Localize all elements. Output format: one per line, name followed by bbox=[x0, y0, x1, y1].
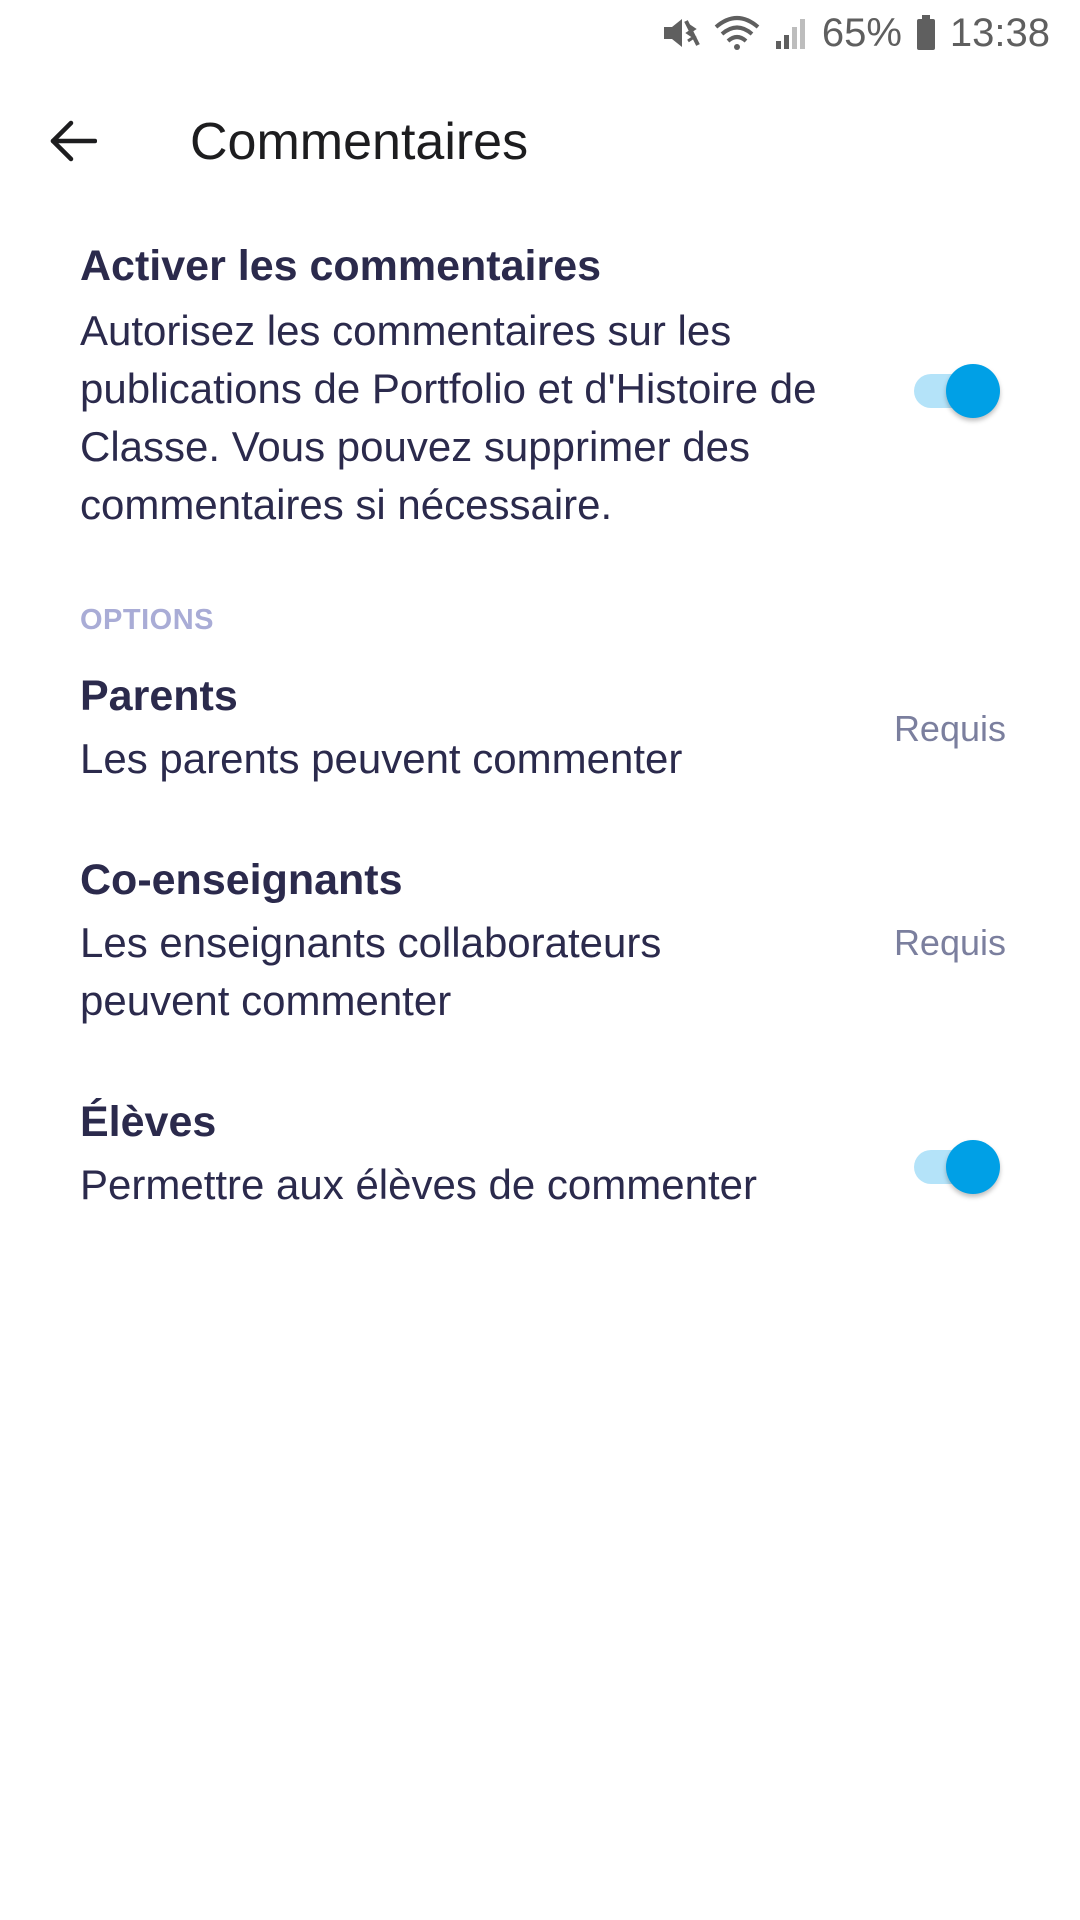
option-description: Permettre aux élèves de commenter bbox=[80, 1161, 757, 1208]
option-row-students: Élèves Permettre aux élèves de commenter bbox=[80, 1094, 1020, 1214]
toggle-knob bbox=[946, 364, 1000, 418]
option-row-parents: Parents Les parents peuvent commenter bbox=[80, 668, 1020, 788]
options-section-label: OPTIONS bbox=[80, 604, 215, 636]
signal-icon bbox=[774, 15, 808, 51]
parents-required-badge: Requis bbox=[893, 708, 1006, 749]
wifi-icon bbox=[714, 15, 760, 51]
arrow-left-icon bbox=[50, 120, 97, 162]
option-title: Élèves bbox=[80, 1098, 217, 1146]
battery-icon bbox=[916, 15, 936, 51]
option-title: Parents bbox=[80, 672, 238, 720]
back-button[interactable] bbox=[38, 106, 108, 176]
app-bar: Commentaires bbox=[0, 66, 1080, 216]
option-title: Co-enseignants bbox=[80, 856, 403, 904]
mute-icon bbox=[660, 15, 700, 51]
clock: 13:38 bbox=[949, 10, 1050, 55]
students-toggle[interactable] bbox=[908, 1134, 1000, 1194]
enable-comments-description: Autorisez les commentaires sur les publi… bbox=[80, 307, 817, 528]
co-teachers-required-badge: Requis bbox=[893, 922, 1006, 963]
page-title: Commentaires bbox=[190, 113, 529, 171]
status-bar: 65% 13:38 bbox=[0, 0, 1080, 66]
enable-comments-row: Activer les commentaires Autorisez les c… bbox=[80, 238, 1020, 534]
toggle-knob bbox=[946, 1140, 1000, 1194]
option-row-co-teachers: Co-enseignants Les enseignants collabora… bbox=[80, 852, 1020, 1030]
option-description: Les enseignants collaborateurs peuvent c… bbox=[80, 919, 662, 1024]
enable-comments-title: Activer les commentaires bbox=[80, 242, 602, 290]
enable-comments-toggle[interactable] bbox=[908, 358, 1000, 418]
battery-percent: 65% bbox=[821, 10, 902, 55]
option-description: Les parents peuvent commenter bbox=[80, 735, 683, 782]
